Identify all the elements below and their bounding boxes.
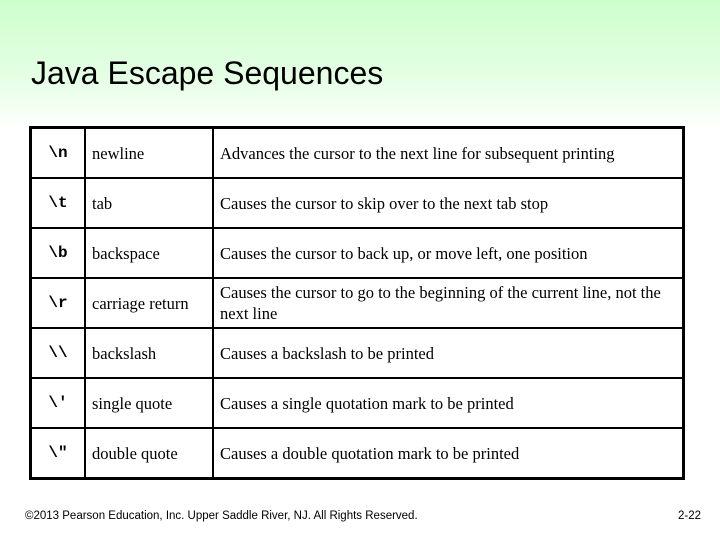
escape-name-cell: single quote	[84, 377, 214, 429]
escape-name-cell: double quote	[84, 427, 214, 480]
escape-sequence-cell: \r	[29, 277, 86, 329]
table-row: \′ single quote Causes a single quotatio…	[29, 377, 685, 429]
escape-description-cell: Causes the cursor to go to the beginning…	[212, 277, 685, 329]
escape-description-cell: Advances the cursor to the next line for…	[212, 126, 685, 179]
escape-sequence-cell: \′	[29, 377, 86, 429]
table-row: \r carriage return Causes the cursor to …	[29, 277, 685, 329]
escape-sequence-cell: \b	[29, 227, 86, 279]
table-row: \″ double quote Causes a double quotatio…	[29, 427, 685, 480]
escape-description-cell: Causes a backslash to be printed	[212, 327, 685, 379]
escape-name-cell: tab	[84, 177, 214, 229]
escape-name-cell: backslash	[84, 327, 214, 379]
escape-sequence-cell: \″	[29, 427, 86, 480]
table-row: \n newline Advances the cursor to the ne…	[29, 126, 685, 179]
escape-description-cell: Causes a double quotation mark to be pri…	[212, 427, 685, 480]
escape-name-cell: newline	[84, 126, 214, 179]
table-row: \b backspace Causes the cursor to back u…	[29, 227, 685, 279]
page-number: 2-22	[677, 510, 701, 522]
copyright-footer: ©2013 Pearson Education, Inc. Upper Sadd…	[25, 510, 418, 522]
escape-description-cell: Causes the cursor to skip over to the ne…	[212, 177, 685, 229]
escape-sequence-cell: \t	[29, 177, 86, 229]
table-row: \t tab Causes the cursor to skip over to…	[29, 177, 685, 229]
escape-name-cell: backspace	[84, 227, 214, 279]
escape-sequence-table: \n newline Advances the cursor to the ne…	[29, 126, 685, 480]
table-row: \\ backslash Causes a backslash to be pr…	[29, 327, 685, 379]
escape-description-cell: Causes a single quotation mark to be pri…	[212, 377, 685, 429]
escape-description-cell: Causes the cursor to back up, or move le…	[212, 227, 685, 279]
escape-sequence-cell: \\	[29, 327, 86, 379]
slide-title: Java Escape Sequences	[31, 55, 384, 91]
escape-name-cell: carriage return	[84, 277, 214, 329]
escape-sequence-cell: \n	[29, 126, 86, 179]
